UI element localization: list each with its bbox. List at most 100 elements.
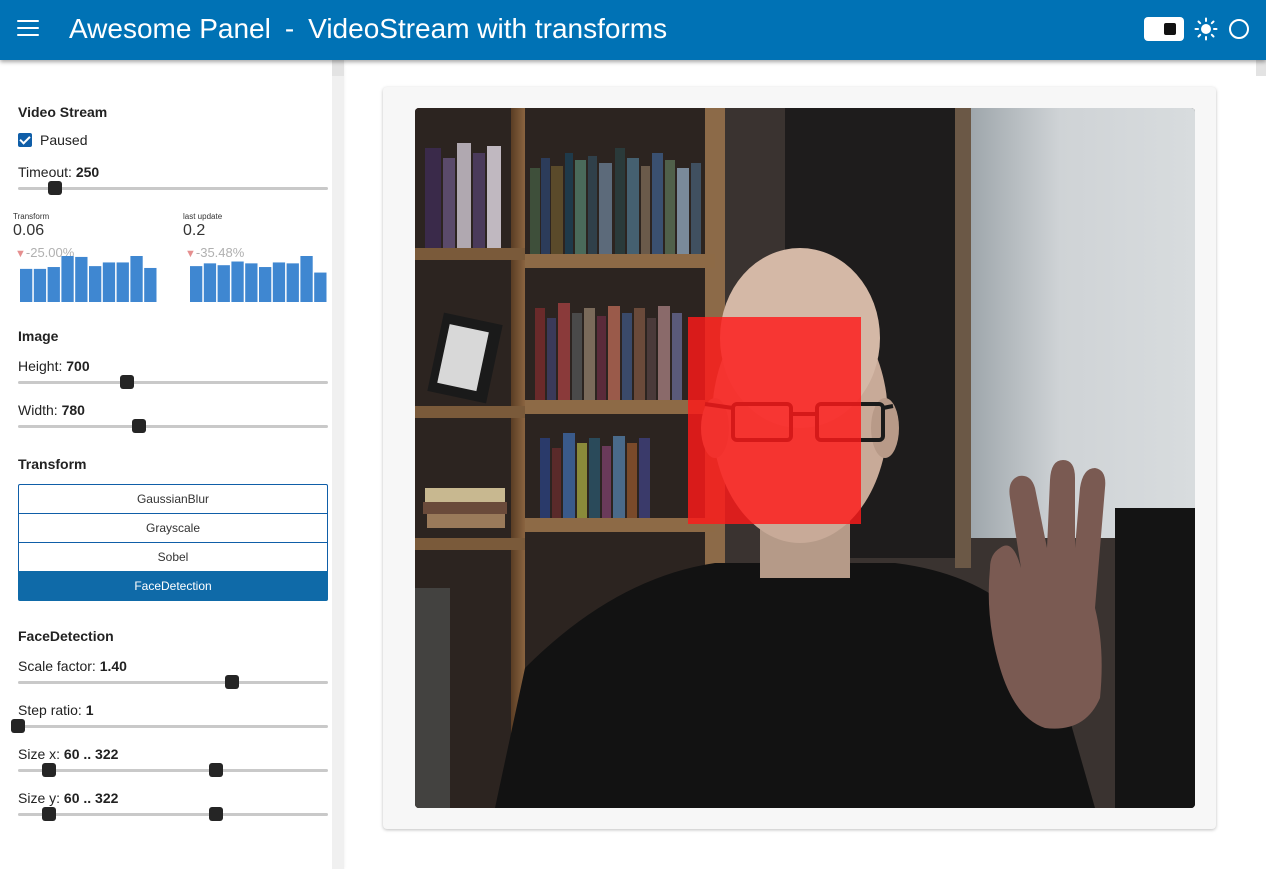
spark-bar	[245, 263, 258, 302]
spark-bar	[75, 256, 88, 302]
spark-bar	[102, 262, 116, 302]
slider-track	[18, 425, 328, 428]
video-card	[383, 87, 1216, 829]
size-x-range-slider[interactable]	[18, 762, 328, 778]
spark-bar	[89, 266, 102, 302]
slider-track	[18, 681, 328, 684]
height-label-text: Height:	[18, 358, 67, 374]
transform-option-facedetection[interactable]: FaceDetection	[18, 571, 328, 601]
scale-factor-slider[interactable]	[18, 674, 328, 690]
step-ratio-label: Step ratio: 1	[18, 702, 94, 718]
spark-bar	[272, 262, 286, 302]
timeout-label-text: Timeout:	[18, 164, 76, 180]
timeout-value: 250	[75, 164, 100, 180]
face-detection-title: FaceDetection	[18, 628, 114, 644]
step-ratio-value: 1	[85, 702, 94, 718]
sidebar-scrollbar[interactable]	[332, 60, 344, 869]
width-value: 780	[61, 402, 85, 418]
width-slider[interactable]	[18, 418, 328, 434]
spark-bar	[286, 263, 299, 302]
video-stream-title: Video Stream	[18, 104, 108, 120]
transform-indicator: Transform 0.06 ▼-25.00%	[13, 212, 163, 312]
video-stream	[415, 108, 1195, 808]
width-slider-handle[interactable]	[131, 419, 146, 433]
height-slider-handle[interactable]	[119, 375, 134, 389]
size-y-label: Size y: 60 .. 322	[18, 790, 118, 806]
size-x-max-handle[interactable]	[209, 763, 224, 777]
height-label: Height: 700	[18, 358, 90, 374]
spark-bar	[259, 267, 272, 302]
step-ratio-slider[interactable]	[11, 718, 328, 734]
paused-label: Paused	[40, 132, 88, 148]
last-update-sparkbars	[190, 256, 327, 302]
scale-factor-label-text: Scale factor:	[18, 658, 100, 674]
scale-factor-label: Scale factor: 1.40	[18, 658, 127, 674]
height-value: 700	[66, 358, 90, 374]
width-label-text: Width:	[18, 402, 62, 418]
size-x-min-handle[interactable]	[42, 763, 56, 777]
slider-track	[18, 769, 328, 772]
image-title: Image	[18, 328, 59, 344]
main-scrollbar-top[interactable]	[332, 60, 344, 76]
timeout-slider[interactable]	[18, 180, 328, 196]
spark-bar	[203, 263, 217, 302]
indicator-value: 0.06	[13, 222, 45, 239]
slider-track	[18, 725, 328, 728]
paused-checkbox-row[interactable]: Paused	[18, 132, 87, 148]
scale-factor-slider-handle[interactable]	[224, 675, 239, 689]
title-separator: -	[284, 13, 295, 44]
height-slider[interactable]	[18, 374, 328, 390]
size-y-min-handle[interactable]	[42, 807, 56, 821]
step-ratio-label-text: Step ratio:	[18, 702, 86, 718]
spark-bar	[144, 267, 157, 302]
sidebar: Video Stream Paused Timeout: 250 Transfo…	[0, 60, 344, 869]
video-frame	[415, 108, 1195, 808]
transform-radio-group: GaussianBlur Grayscale Sobel FaceDetecti…	[18, 484, 328, 601]
size-x-label-text: Size x:	[18, 746, 64, 762]
page-title: Awesome Panel - VideoStream with transform…	[69, 11, 667, 47]
indicator-name: Transform	[13, 212, 50, 221]
size-y-max-handle[interactable]	[209, 807, 224, 821]
transform-option-sobel[interactable]: Sobel	[18, 542, 328, 572]
scale-factor-value: 1.40	[99, 658, 127, 674]
toggle-knob	[1164, 23, 1176, 35]
timeout-slider-handle[interactable]	[48, 181, 63, 195]
spark-bar	[47, 267, 60, 302]
transform-option-grayscale[interactable]: Grayscale	[18, 513, 328, 543]
face-detection-box	[688, 317, 861, 524]
sun-icon[interactable]	[1194, 17, 1218, 41]
timeout-label: Timeout: 250	[18, 164, 99, 180]
theme-toggle[interactable]	[1144, 17, 1184, 41]
menu-icon[interactable]	[17, 20, 39, 38]
spark-bar	[231, 261, 244, 302]
indicator-value: 0.2	[183, 222, 206, 239]
page-title-text: VideoStream with transforms	[308, 13, 668, 44]
slider-track	[18, 187, 328, 190]
spark-bar	[217, 265, 230, 302]
slider-track	[18, 381, 328, 384]
spark-bar	[116, 262, 129, 302]
main-scrollbar-right[interactable]	[1256, 60, 1266, 76]
transform-title: Transform	[18, 456, 87, 472]
size-x-label: Size x: 60 .. 322	[18, 746, 118, 762]
spark-bar	[61, 256, 74, 302]
size-x-value: 60 .. 322	[63, 746, 119, 762]
circle-icon[interactable]	[1229, 19, 1249, 39]
spark-bar	[20, 268, 33, 302]
step-ratio-slider-handle[interactable]	[11, 719, 25, 733]
spark-bar	[314, 272, 327, 302]
transform-sparkbars	[20, 256, 157, 302]
spark-bar	[190, 266, 203, 302]
width-label: Width: 780	[18, 402, 85, 418]
paused-checkbox[interactable]	[18, 133, 32, 147]
indicator-name: last update	[183, 212, 223, 221]
size-y-label-text: Size y:	[18, 790, 64, 806]
spark-bar	[300, 256, 313, 302]
slider-track	[18, 813, 328, 816]
spark-bar	[33, 268, 47, 302]
last-update-indicator: last update 0.2 ▼-35.48%	[183, 212, 333, 312]
app-header: Awesome Panel - VideoStream with transform…	[0, 0, 1266, 60]
app-title: Awesome Panel	[69, 13, 271, 44]
size-y-range-slider[interactable]	[18, 806, 328, 822]
transform-option-gaussianblur[interactable]: GaussianBlur	[18, 484, 328, 514]
